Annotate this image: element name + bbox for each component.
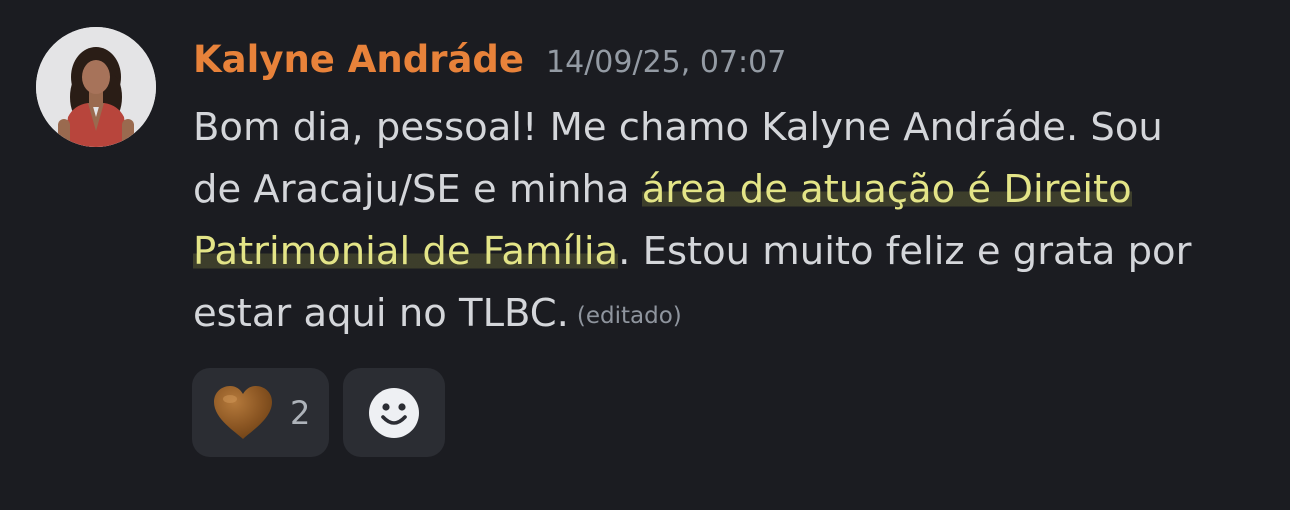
line-text: Bom dia, pessoal! Me chamo Kalyne Andrád… xyxy=(193,105,1163,150)
line-text: de Aracaju/SE e minha xyxy=(193,167,642,212)
chat-message: Kalyne Andráde 14/09/25, 07:07 Bom dia, p… xyxy=(0,0,1290,510)
reaction-count: 2 xyxy=(290,393,311,432)
add-reaction-button[interactable] xyxy=(343,368,445,457)
message-content: Bom dia, pessoal! Me chamo Kalyne Andrád… xyxy=(193,97,1263,350)
message-header: Kalyne Andráde 14/09/25, 07:07 xyxy=(193,38,786,88)
message-line: Bom dia, pessoal! Me chamo Kalyne Andrád… xyxy=(193,97,1263,159)
author-name[interactable]: Kalyne Andráde xyxy=(193,38,524,81)
avatar[interactable] xyxy=(36,27,156,147)
reactions-bar: 2 xyxy=(192,368,445,457)
reaction-brown-heart[interactable]: 2 xyxy=(192,368,329,457)
message-line: estar aqui no TLBC. (editado) xyxy=(193,283,1263,350)
line-text: . Estou muito feliz e grata por xyxy=(618,229,1192,274)
message-line: de Aracaju/SE e minha área de atuação é … xyxy=(193,159,1263,221)
timestamp: 14/09/25, 07:07 xyxy=(546,45,787,80)
brown-heart-icon xyxy=(214,385,272,439)
highlighted-text: Patrimonial de Família xyxy=(193,229,619,274)
message-line: Patrimonial de Família. Estou muito feli… xyxy=(193,221,1263,283)
line-text: estar aqui no TLBC. xyxy=(193,291,569,336)
highlighted-text: área de atuação é Direito xyxy=(641,167,1132,212)
avatar-photo xyxy=(36,27,156,147)
edited-label: (editado) xyxy=(576,303,682,329)
smiley-face-icon xyxy=(369,387,419,438)
